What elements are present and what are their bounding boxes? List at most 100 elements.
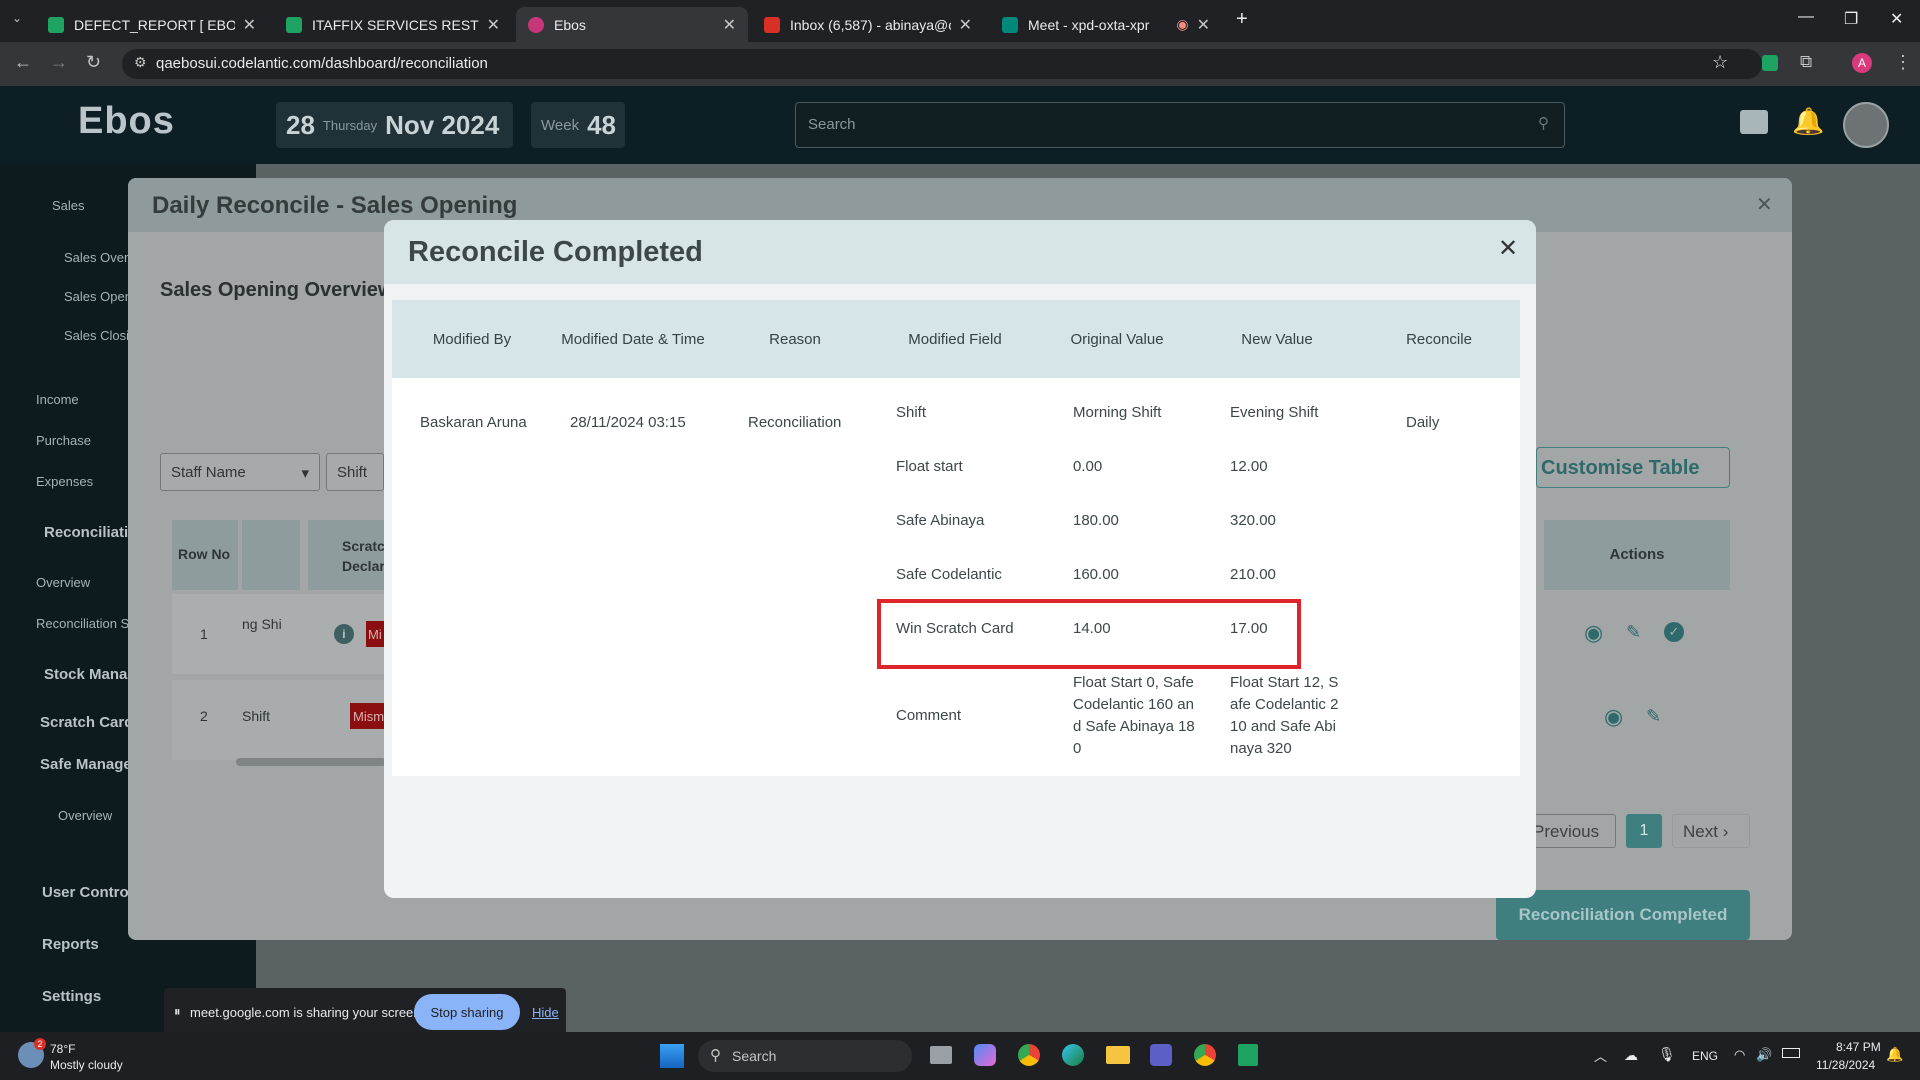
clock-date[interactable]: 11/28/2024 — [1816, 1058, 1875, 1072]
user-avatar[interactable] — [1843, 102, 1889, 148]
battery-icon[interactable] — [1782, 1048, 1800, 1058]
next-page-button[interactable]: Next › — [1672, 814, 1750, 848]
sidebar-item-sales[interactable]: Sales — [52, 198, 85, 213]
sidebar-item-expenses[interactable]: Expenses — [36, 474, 93, 489]
taskbar-search[interactable]: ⚲ Search — [698, 1040, 912, 1072]
edge-icon[interactable] — [1062, 1044, 1084, 1066]
view-icon[interactable]: ◉ — [1604, 704, 1623, 730]
weather-badge: 2 — [34, 1038, 46, 1050]
sidebar-item-sales-overview[interactable]: Sales Over — [64, 250, 128, 265]
customise-table-button[interactable]: Customise Table — [1536, 447, 1730, 488]
close-icon[interactable]: ✕ — [723, 15, 736, 35]
chrome-active-icon[interactable] — [1194, 1044, 1216, 1066]
weather-temp: 78°F — [50, 1042, 76, 1056]
mic-icon[interactable]: 🎙 — [1658, 1046, 1676, 1063]
copilot-icon[interactable] — [974, 1044, 996, 1066]
reason-cell: Reconciliation — [748, 414, 842, 431]
window-close-icon[interactable]: ✕ — [1890, 9, 1903, 29]
sidebar-item-sales-opening[interactable]: Sales Open — [64, 289, 132, 304]
horizontal-scrollbar[interactable] — [236, 758, 386, 766]
week-display: Week 48 — [531, 102, 625, 148]
wifi-icon[interactable]: ◠ — [1734, 1047, 1745, 1063]
reconciliation-completed-button[interactable]: Reconciliation Completed — [1496, 890, 1750, 940]
search-icon[interactable]: ⚲ — [1538, 114, 1549, 132]
modal-close-icon[interactable]: ✕ — [1498, 234, 1518, 263]
notification-icon[interactable]: 🔔 — [1886, 1046, 1903, 1063]
stop-sharing-button[interactable]: Stop sharing — [414, 994, 520, 1030]
info-icon[interactable]: i — [334, 624, 354, 644]
extension-green-icon[interactable] — [1762, 55, 1778, 71]
profile-avatar[interactable]: A — [1852, 53, 1872, 73]
sidebar-item-sales-closing[interactable]: Sales Closi — [64, 328, 129, 343]
extensions-icon[interactable]: ⧉ — [1800, 52, 1812, 72]
reload-icon[interactable]: ↻ — [86, 52, 101, 73]
sidebar-item-user-control[interactable]: User Control — [42, 884, 133, 901]
tab-search-icon[interactable]: ⌄ — [12, 11, 22, 25]
edit-icon[interactable]: ✎ — [1626, 622, 1641, 643]
sheets-taskbar-icon[interactable] — [1238, 1044, 1258, 1066]
site-info-icon[interactable]: ⚙ — [134, 54, 147, 71]
previous-page-button[interactable]: Previous — [1532, 814, 1616, 848]
sidebar-item-reports[interactable]: Reports — [42, 936, 99, 953]
view-icon[interactable]: ◉ — [1584, 620, 1603, 646]
back-icon[interactable]: ← — [14, 52, 32, 73]
chevron-down-icon: ▾ — [301, 465, 309, 482]
chat-icon[interactable] — [1740, 110, 1768, 134]
forward-icon[interactable]: → — [50, 52, 68, 73]
drag-handle-icon[interactable]: ⏸ — [174, 1004, 181, 1020]
clock-time[interactable]: 8:47 PM — [1836, 1040, 1881, 1054]
share-message: meet.google.com is sharing your screen. — [190, 1005, 425, 1020]
sidebar-item-reconciliation[interactable]: Reconciliati — [44, 524, 128, 541]
mismatch-badge: Mi — [366, 621, 384, 647]
search-input[interactable]: Search — [795, 102, 1565, 148]
onedrive-icon[interactable]: ☁ — [1624, 1047, 1638, 1064]
verified-icon[interactable]: ✓ — [1664, 622, 1684, 642]
task-view-icon[interactable] — [930, 1046, 952, 1064]
sidebar-item-purchase[interactable]: Purchase — [36, 433, 91, 448]
sidebar-item-scratch-card[interactable]: Scratch Card — [40, 714, 133, 731]
url-input[interactable]: qaebosui.codelantic.com/dashboard/reconc… — [122, 49, 1762, 79]
browser-tab-inbox[interactable]: Inbox (6,587) - abinaya@codela✕ — [752, 7, 984, 42]
sidebar-item-recon-s[interactable]: Reconciliation S — [36, 616, 129, 631]
col-new-value: New Value — [1241, 331, 1313, 348]
chrome-icon[interactable] — [1018, 1044, 1040, 1066]
shift-filter[interactable]: Shift — [326, 453, 384, 491]
bookmark-star-icon[interactable]: ☆ — [1712, 52, 1728, 73]
windows-start-icon[interactable] — [660, 1044, 684, 1068]
table-header-shift — [242, 520, 300, 590]
restore-icon[interactable]: ❐ — [1844, 9, 1858, 29]
sidebar-item-recon-overview[interactable]: Overview — [36, 575, 90, 590]
browser-tab-meet[interactable]: Meet - xpd-oxta-xpr ◉ ✕ — [990, 7, 1222, 42]
sidebar-item-settings[interactable]: Settings — [42, 988, 101, 1005]
page-1-button[interactable]: 1 — [1626, 814, 1662, 848]
browser-menu-icon[interactable]: ⋮ — [1894, 52, 1912, 73]
tray-chevron-icon[interactable]: ︿ — [1594, 1046, 1607, 1065]
bell-icon[interactable]: 🔔 — [1792, 106, 1824, 137]
file-explorer-icon[interactable] — [1106, 1046, 1130, 1064]
browser-tab-itaffix[interactable]: ITAFFIX SERVICES RESTRUCTUR✕ — [274, 7, 512, 42]
teams-icon[interactable] — [1150, 1044, 1172, 1066]
close-icon[interactable]: ✕ — [243, 15, 256, 35]
sidebar-item-safe-overview[interactable]: Overview — [58, 808, 112, 823]
sidebar-item-stock[interactable]: Stock Manag — [44, 666, 137, 683]
edit-icon[interactable]: ✎ — [1646, 706, 1661, 727]
staff-name-filter[interactable]: Staff Name ▾ — [160, 453, 320, 491]
new-tab-icon[interactable]: + — [1236, 8, 1248, 31]
sidebar-item-safe[interactable]: Safe Manage — [40, 756, 132, 773]
table-header-row-no: Row No — [172, 520, 238, 590]
browser-tab-ebos[interactable]: Ebos ✕ — [516, 7, 748, 42]
close-icon[interactable]: ✕ — [1197, 15, 1210, 35]
sidebar-item-income[interactable]: Income — [36, 392, 79, 407]
browser-tab-defect-report[interactable]: DEFECT_REPORT [ EBOS ] - Goo✕ — [36, 7, 268, 42]
field-shift: Shift — [896, 404, 927, 421]
outer-close-icon[interactable]: ✕ — [1756, 192, 1773, 217]
close-icon[interactable]: ✕ — [487, 15, 500, 35]
col-modified-by: Modified By — [432, 331, 512, 348]
field-safe-codelantic: Safe Codelantic — [896, 566, 1002, 583]
close-icon[interactable]: ✕ — [959, 15, 972, 35]
minimize-icon[interactable]: — — [1798, 8, 1814, 26]
hide-link[interactable]: Hide — [532, 1005, 559, 1020]
col-original-value: Original Value — [1070, 331, 1164, 348]
language-indicator[interactable]: ENG — [1692, 1049, 1718, 1063]
volume-icon[interactable]: 🔊 — [1756, 1047, 1772, 1063]
